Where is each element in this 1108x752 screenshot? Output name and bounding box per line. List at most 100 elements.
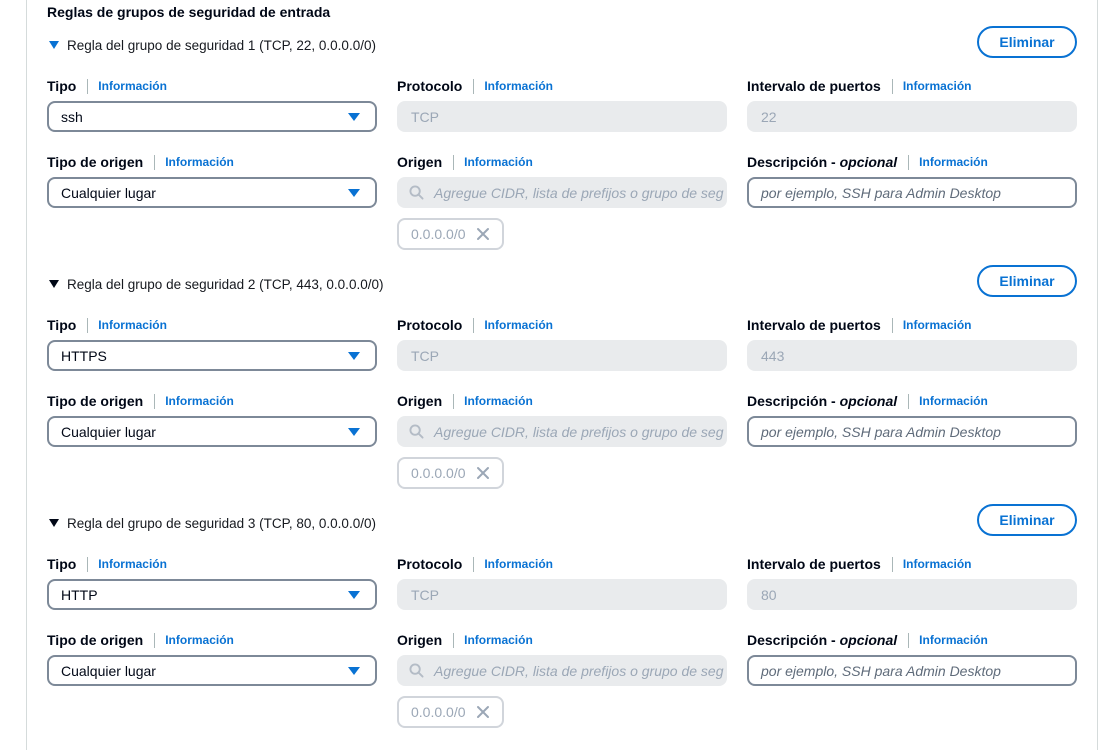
close-icon[interactable] <box>476 705 490 719</box>
port-range-label: Intervalo de puertos <box>747 317 881 333</box>
source-label: Origen <box>397 154 443 170</box>
rule-header-toggle[interactable]: Regla del grupo de seguridad 3 (TCP, 80,… <box>49 513 376 533</box>
info-link[interactable]: Información <box>98 318 167 332</box>
info-link[interactable]: Información <box>903 557 972 571</box>
description-label-text: Descripción - <box>747 632 840 648</box>
optional-label: opcional <box>839 632 898 648</box>
type-field: Tipo Información ssh <box>47 77 377 132</box>
separator <box>87 78 89 94</box>
info-link[interactable]: Información <box>919 633 988 647</box>
chevron-down-icon <box>348 667 360 675</box>
source-type-field: Tipo de origen Información Cualquier luga… <box>47 631 377 686</box>
info-link[interactable]: Información <box>919 155 988 169</box>
source-type-select[interactable]: Cualquier lugar <box>47 655 377 686</box>
rule-header-text: Regla del grupo de seguridad 2 (TCP, 443… <box>67 276 384 292</box>
info-link[interactable]: Información <box>464 633 533 647</box>
source-type-label: Tipo de origen <box>47 393 144 409</box>
close-icon[interactable] <box>476 227 490 241</box>
source-type-value: Cualquier lugar <box>61 184 156 201</box>
separator <box>154 154 156 170</box>
port-range-field: Intervalo de puertos Información 443 <box>747 316 1077 371</box>
chevron-down-icon <box>348 352 360 360</box>
chevron-down-icon <box>348 113 360 121</box>
info-link[interactable]: Información <box>464 394 533 408</box>
rule-header-toggle[interactable]: Regla del grupo de seguridad 2 (TCP, 443… <box>49 274 383 294</box>
protocol-input: TCP <box>397 340 727 371</box>
source-type-field: Tipo de origen Información Cualquier luga… <box>47 392 377 447</box>
type-select-value: ssh <box>61 108 83 125</box>
info-link[interactable]: Información <box>98 557 167 571</box>
cidr-token-value: 0.0.0.0/0 <box>411 465 466 481</box>
port-range-field: Intervalo de puertos Información 80 <box>747 555 1077 610</box>
separator <box>908 393 910 409</box>
description-input[interactable]: por ejemplo, SSH para Admin Desktop <box>747 655 1077 686</box>
source-type-label: Tipo de origen <box>47 632 144 648</box>
info-link[interactable]: Información <box>903 318 972 332</box>
type-field: Tipo Información HTTP <box>47 555 377 610</box>
protocol-field: Protocolo Información TCP <box>397 316 727 371</box>
source-type-select[interactable]: Cualquier lugar <box>47 177 377 208</box>
port-range-label: Intervalo de puertos <box>747 78 881 94</box>
type-select-value: HTTP <box>61 586 98 603</box>
description-label: Descripción - opcional <box>747 632 897 648</box>
type-select[interactable]: HTTPS <box>47 340 377 371</box>
source-field: Origen Información Agregue CIDR, lista de… <box>397 631 727 728</box>
type-label: Tipo <box>47 78 77 94</box>
info-link[interactable]: Información <box>464 155 533 169</box>
delete-rule-button[interactable]: Eliminar <box>977 504 1077 536</box>
description-input[interactable]: por ejemplo, SSH para Admin Desktop <box>747 416 1077 447</box>
info-link[interactable]: Información <box>165 394 234 408</box>
chevron-down-icon <box>348 591 360 599</box>
close-icon[interactable] <box>476 466 490 480</box>
separator <box>87 317 89 333</box>
source-field: Origen Información Agregue CIDR, lista de… <box>397 392 727 489</box>
port-range-label: Intervalo de puertos <box>747 556 881 572</box>
description-label-text: Descripción - <box>747 154 840 170</box>
info-link[interactable]: Información <box>165 155 234 169</box>
delete-rule-button[interactable]: Eliminar <box>977 26 1077 58</box>
info-link[interactable]: Información <box>484 318 553 332</box>
type-select[interactable]: HTTP <box>47 579 377 610</box>
type-select-value: HTTPS <box>61 347 107 364</box>
search-icon <box>409 663 424 678</box>
description-input[interactable]: por ejemplo, SSH para Admin Desktop <box>747 177 1077 208</box>
source-placeholder: Agregue CIDR, lista de prefijos o grupo … <box>434 662 724 679</box>
protocol-field: Protocolo Información TCP <box>397 555 727 610</box>
description-field: Descripción - opcional Información por ej… <box>747 392 1077 447</box>
info-link[interactable]: Información <box>903 79 972 93</box>
info-link[interactable]: Información <box>165 633 234 647</box>
source-type-select[interactable]: Cualquier lugar <box>47 416 377 447</box>
protocol-label: Protocolo <box>397 78 463 94</box>
cidr-token-value: 0.0.0.0/0 <box>411 226 466 242</box>
separator <box>908 632 910 648</box>
type-select[interactable]: ssh <box>47 101 377 132</box>
separator <box>453 632 455 648</box>
description-field: Descripción - opcional Información por ej… <box>747 631 1077 686</box>
search-icon <box>409 185 424 200</box>
source-label: Origen <box>397 393 443 409</box>
source-type-label: Tipo de origen <box>47 154 144 170</box>
info-link[interactable]: Información <box>98 79 167 93</box>
separator <box>453 393 455 409</box>
source-search-input: Agregue CIDR, lista de prefijos o grupo … <box>397 416 727 447</box>
caret-down-icon <box>49 519 59 527</box>
info-link[interactable]: Información <box>484 79 553 93</box>
cidr-token-value: 0.0.0.0/0 <box>411 704 466 720</box>
delete-rule-button[interactable]: Eliminar <box>977 265 1077 297</box>
rule-header-toggle[interactable]: Regla del grupo de seguridad 1 (TCP, 22,… <box>49 35 376 55</box>
protocol-label: Protocolo <box>397 317 463 333</box>
caret-down-icon <box>49 280 59 288</box>
source-type-value: Cualquier lugar <box>61 423 156 440</box>
info-link[interactable]: Información <box>919 394 988 408</box>
protocol-field: Protocolo Información TCP <box>397 77 727 132</box>
separator <box>891 317 893 333</box>
port-range-input: 443 <box>747 340 1077 371</box>
security-rule-3: Regla del grupo de seguridad 3 (TCP, 80,… <box>0 504 1108 752</box>
description-label-text: Descripción - <box>747 393 840 409</box>
optional-label: opcional <box>839 154 898 170</box>
cidr-token: 0.0.0.0/0 <box>397 696 504 728</box>
info-link[interactable]: Información <box>484 557 553 571</box>
separator <box>87 556 89 572</box>
cidr-token: 0.0.0.0/0 <box>397 457 504 489</box>
type-label: Tipo <box>47 317 77 333</box>
